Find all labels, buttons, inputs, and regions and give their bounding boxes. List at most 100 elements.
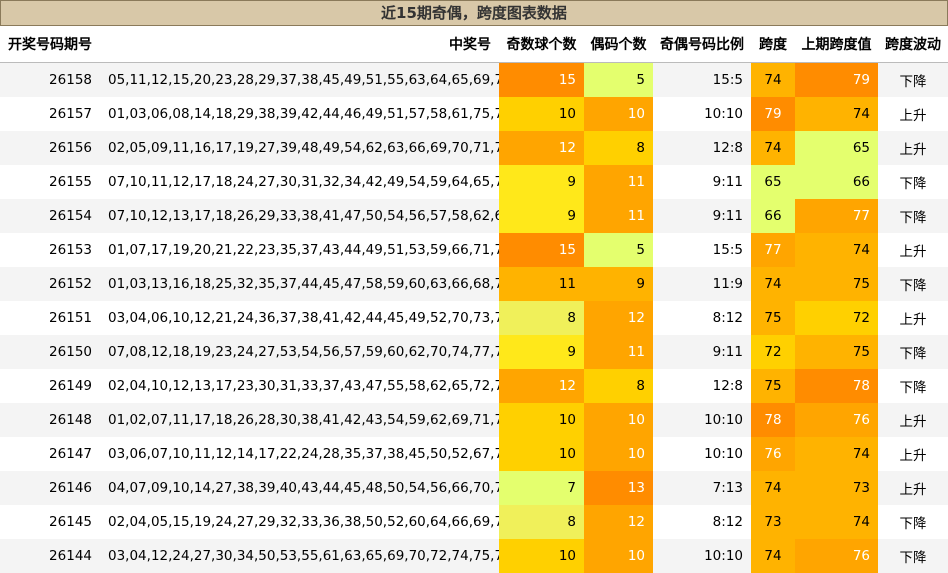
cell-period: 26155: [0, 165, 100, 199]
cell-prev-span: 77: [795, 199, 878, 233]
table-row: 26158 05,11,12,15,20,23,28,29,37,38,45,49…: [0, 62, 948, 97]
cell-period: 26144: [0, 539, 100, 573]
cell-numbers: 02,04,05,15,19,24,27,29,32,33,36,38,50,5…: [100, 505, 499, 539]
cell-even-count: 12: [584, 301, 653, 335]
cell-even-count: 8: [584, 369, 653, 403]
cell-odd-count: 9: [499, 199, 584, 233]
header-even-count: 偶码个数: [584, 26, 653, 63]
cell-odd-count: 10: [499, 539, 584, 573]
cell-ratio: 12:8: [653, 369, 751, 403]
cell-ratio: 9:11: [653, 335, 751, 369]
cell-numbers: 03,06,07,10,11,12,14,17,22,24,28,35,37,3…: [100, 437, 499, 471]
table-row: 26153 01,07,17,19,20,21,22,23,35,37,43,44…: [0, 233, 948, 267]
header-ratio: 奇偶号码比例: [653, 26, 751, 63]
header-numbers: 中奖号: [100, 26, 499, 63]
cell-prev-span: 78: [795, 369, 878, 403]
cell-trend: 上升: [878, 131, 948, 165]
cell-period: 26152: [0, 267, 100, 301]
cell-odd-count: 12: [499, 131, 584, 165]
cell-ratio: 7:13: [653, 471, 751, 505]
cell-period: 26146: [0, 471, 100, 505]
cell-even-count: 11: [584, 335, 653, 369]
cell-span: 65: [751, 165, 795, 199]
table-header-row: 开奖号码期号 中奖号 奇数球个数 偶码个数 奇偶号码比例 跨度 上期跨度值 跨度…: [0, 26, 948, 63]
cell-span: 73: [751, 505, 795, 539]
table-row: 26155 07,10,11,12,17,18,24,27,30,31,32,34…: [0, 165, 948, 199]
table-row: 26149 02,04,10,12,13,17,23,30,31,33,37,43…: [0, 369, 948, 403]
cell-even-count: 11: [584, 199, 653, 233]
cell-odd-count: 10: [499, 97, 584, 131]
cell-ratio: 10:10: [653, 97, 751, 131]
cell-ratio: 11:9: [653, 267, 751, 301]
cell-span: 74: [751, 62, 795, 97]
cell-numbers: 01,03,13,16,18,25,32,35,37,44,45,47,58,5…: [100, 267, 499, 301]
cell-span: 75: [751, 301, 795, 335]
cell-period: 26157: [0, 97, 100, 131]
cell-prev-span: 75: [795, 335, 878, 369]
cell-prev-span: 74: [795, 233, 878, 267]
header-trend: 跨度波动: [878, 26, 948, 63]
cell-ratio: 10:10: [653, 539, 751, 573]
cell-span: 74: [751, 471, 795, 505]
cell-span: 77: [751, 233, 795, 267]
cell-period: 26150: [0, 335, 100, 369]
table-row: 26147 03,06,07,10,11,12,14,17,22,24,28,35…: [0, 437, 948, 471]
cell-prev-span: 74: [795, 97, 878, 131]
cell-period: 26156: [0, 131, 100, 165]
page-title: 近15期奇偶，跨度图表数据: [0, 0, 948, 26]
cell-even-count: 9: [584, 267, 653, 301]
cell-prev-span: 79: [795, 62, 878, 97]
cell-ratio: 15:5: [653, 62, 751, 97]
cell-trend: 上升: [878, 471, 948, 505]
cell-odd-count: 8: [499, 301, 584, 335]
cell-even-count: 10: [584, 97, 653, 131]
cell-ratio: 8:12: [653, 505, 751, 539]
cell-prev-span: 74: [795, 505, 878, 539]
cell-prev-span: 76: [795, 403, 878, 437]
cell-trend: 下降: [878, 165, 948, 199]
cell-odd-count: 10: [499, 437, 584, 471]
cell-ratio: 15:5: [653, 233, 751, 267]
cell-prev-span: 75: [795, 267, 878, 301]
cell-ratio: 10:10: [653, 437, 751, 471]
cell-period: 26158: [0, 62, 100, 97]
cell-odd-count: 9: [499, 165, 584, 199]
cell-numbers: 01,03,06,08,14,18,29,38,39,42,44,46,49,5…: [100, 97, 499, 131]
table-row: 26152 01,03,13,16,18,25,32,35,37,44,45,47…: [0, 267, 948, 301]
cell-span: 74: [751, 539, 795, 573]
cell-period: 26154: [0, 199, 100, 233]
cell-period: 26148: [0, 403, 100, 437]
table-row: 26151 03,04,06,10,12,21,24,36,37,38,41,42…: [0, 301, 948, 335]
table-row: 26150 07,08,12,18,19,23,24,27,53,54,56,57…: [0, 335, 948, 369]
table-row: 26156 02,05,09,11,16,17,19,27,39,48,49,54…: [0, 131, 948, 165]
cell-numbers: 01,07,17,19,20,21,22,23,35,37,43,44,49,5…: [100, 233, 499, 267]
cell-numbers: 05,11,12,15,20,23,28,29,37,38,45,49,51,5…: [100, 62, 499, 97]
cell-ratio: 9:11: [653, 199, 751, 233]
cell-numbers: 01,02,07,11,17,18,26,28,30,38,41,42,43,5…: [100, 403, 499, 437]
cell-trend: 上升: [878, 97, 948, 131]
cell-prev-span: 65: [795, 131, 878, 165]
cell-odd-count: 8: [499, 505, 584, 539]
cell-period: 26147: [0, 437, 100, 471]
cell-odd-count: 15: [499, 233, 584, 267]
cell-even-count: 13: [584, 471, 653, 505]
cell-prev-span: 74: [795, 437, 878, 471]
cell-span: 72: [751, 335, 795, 369]
cell-span: 76: [751, 437, 795, 471]
header-odd-count: 奇数球个数: [499, 26, 584, 63]
cell-even-count: 10: [584, 403, 653, 437]
cell-even-count: 10: [584, 437, 653, 471]
cell-span: 79: [751, 97, 795, 131]
cell-ratio: 8:12: [653, 301, 751, 335]
cell-numbers: 07,10,11,12,17,18,24,27,30,31,32,34,42,4…: [100, 165, 499, 199]
table-row: 26148 01,02,07,11,17,18,26,28,30,38,41,42…: [0, 403, 948, 437]
cell-prev-span: 76: [795, 539, 878, 573]
cell-even-count: 11: [584, 165, 653, 199]
cell-odd-count: 15: [499, 62, 584, 97]
cell-odd-count: 12: [499, 369, 584, 403]
cell-prev-span: 66: [795, 165, 878, 199]
cell-even-count: 5: [584, 233, 653, 267]
table-row: 26146 04,07,09,10,14,27,38,39,40,43,44,45…: [0, 471, 948, 505]
header-span: 跨度: [751, 26, 795, 63]
data-table: 开奖号码期号 中奖号 奇数球个数 偶码个数 奇偶号码比例 跨度 上期跨度值 跨度…: [0, 26, 948, 573]
